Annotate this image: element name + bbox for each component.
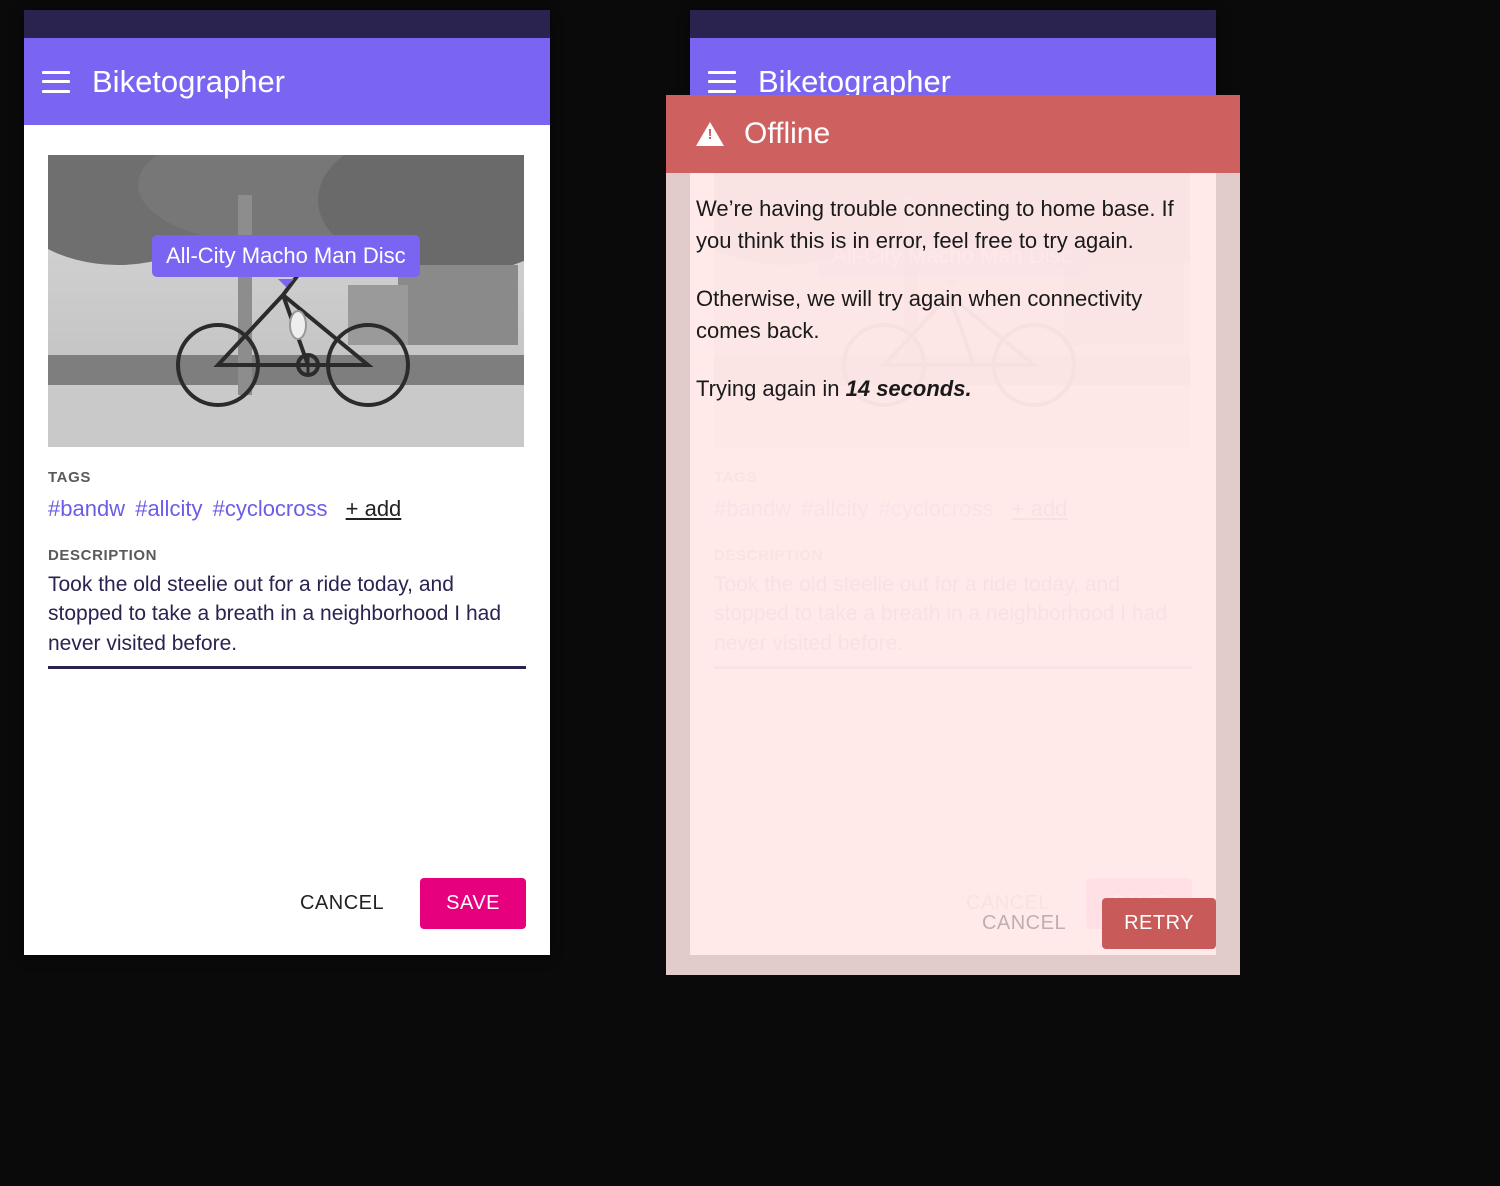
description-label: DESCRIPTION (48, 547, 526, 564)
offline-retry-line: Trying again in 14 seconds. (696, 373, 1210, 405)
offline-message-2: Otherwise, we will try again when connec… (696, 283, 1210, 347)
tag-item[interactable]: #cyclocross (213, 496, 328, 521)
phone-mock-normal: Biketographer (24, 10, 550, 955)
description-field[interactable]: Took the old steelie out for a ride toda… (48, 568, 526, 669)
phone-mock-offline: Biketographer (690, 10, 1216, 955)
add-tag-link[interactable]: + add (346, 496, 402, 521)
app-bar: Biketographer (24, 38, 550, 125)
save-button[interactable]: SAVE (420, 878, 526, 929)
offline-cancel-button: CANCEL (964, 898, 1084, 949)
status-bar (24, 10, 550, 38)
photo-tooltip: All-City Macho Man Disc (152, 235, 420, 277)
app-title: Biketographer (92, 64, 285, 100)
menu-icon[interactable] (708, 71, 736, 93)
warning-icon (696, 122, 724, 146)
retry-button[interactable]: RETRY (1102, 898, 1216, 949)
status-bar (690, 10, 1216, 38)
offline-footer: CANCEL RETRY (666, 898, 1240, 975)
content-area: All-City Macho Man Disc TAGS #bandw #all… (690, 125, 1216, 955)
offline-title: Offline (744, 117, 830, 151)
tags-row: #bandw #allcity #cyclocross + add (48, 492, 526, 525)
tag-item[interactable]: #allcity (135, 496, 202, 521)
content-area: All-City Macho Man Disc TAGS #bandw #all… (24, 125, 550, 955)
offline-banner: Offline (666, 95, 1240, 173)
offline-overlay: Offline We’re having trouble connecting … (666, 95, 1240, 975)
retry-prefix: Trying again in (696, 376, 846, 401)
footer-actions: CANCEL SAVE (48, 878, 526, 935)
tags-label: TAGS (48, 469, 526, 486)
offline-body: We’re having trouble connecting to home … (666, 173, 1240, 450)
photo[interactable]: All-City Macho Man Disc (48, 155, 524, 447)
menu-icon[interactable] (42, 71, 70, 93)
offline-message-1: We’re having trouble connecting to home … (696, 193, 1210, 257)
retry-countdown: 14 seconds. (846, 376, 972, 401)
tag-item[interactable]: #bandw (48, 496, 125, 521)
cancel-button[interactable]: CANCEL (282, 878, 402, 929)
